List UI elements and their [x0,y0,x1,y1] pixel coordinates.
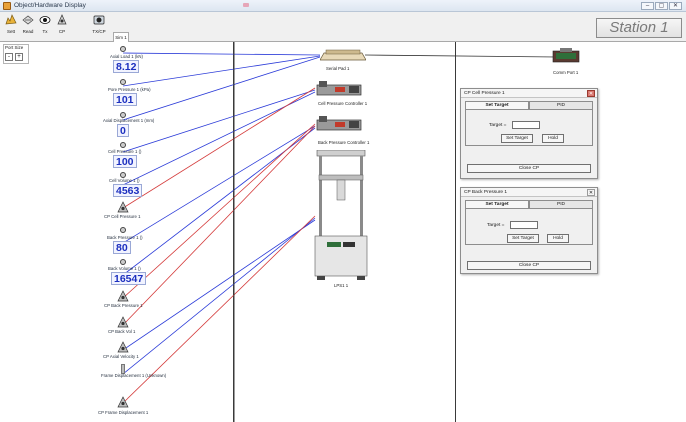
control-loop-icon[interactable] [117,341,129,353]
sensor-value: 8.12 [113,60,140,73]
target-label: Target = [489,123,507,128]
dialog-close-icon[interactable]: ✕ [587,90,595,97]
target-input[interactable] [510,221,538,229]
tab-pid[interactable]: PID [529,101,593,109]
sensor-value: 100 [113,155,137,168]
sensor-port-icon[interactable] [120,259,126,265]
sensor-value: 4563 [113,184,143,197]
link-line [122,217,316,375]
device-label: Cell Pressure Controller 1 [318,101,368,106]
cell-pressure-controller-icon[interactable] [315,80,363,98]
sensor-label: Back Volume 1 () [108,266,141,271]
control-label: CP Frame Displacement 1 [98,410,149,415]
back-pressure-controller-icon[interactable] [315,115,363,133]
control-label: CP Axial Velocity 1 [103,354,139,359]
dialog-title: CP Back Pressure 1 [461,188,597,197]
sensor-port-icon[interactable] [120,142,126,148]
set-target-button[interactable]: Set Target [507,234,539,243]
tab-pid[interactable]: PID [529,200,593,208]
sensor-value: 80 [113,241,131,254]
sensor-label: Axial Displacement 1 (mm) [103,118,155,123]
hold-button[interactable]: Hold [547,234,569,243]
sensor-label: Cell Volume 1 () [109,178,140,183]
sensor-port-icon[interactable] [120,46,126,52]
sensor-label: Axial Load 1 (kN) [110,54,143,59]
dialog-close-icon[interactable]: ✕ [587,189,595,196]
target-input[interactable] [512,121,540,129]
link-line [122,55,321,87]
link-line [122,56,321,121]
link-line [122,87,316,209]
sensor-port-icon[interactable] [120,79,126,85]
device-label: Back Pressure Controller 1 [318,140,370,145]
link-line [122,52,321,56]
control-loop-icon[interactable] [117,316,129,328]
control-loop-icon[interactable] [117,290,129,302]
sensor-value: 16547 [111,272,147,285]
cp-back-pressure-dialog: CP Back Pressure 1 ✕ Set Target PID Targ… [460,187,598,274]
device-label: Comm Port 1 [553,70,579,75]
device-label: Serial Pad 1 [326,66,350,71]
link-line [122,123,316,299]
sensor-label: Back Pressure 1 () [107,235,143,240]
comm-port-icon[interactable] [552,48,580,64]
target-label: Target = [487,223,505,228]
tab-panel: Target = Set Target Hold [465,109,593,146]
link-line [364,54,557,58]
set-target-button[interactable]: Set Target [501,134,533,143]
control-label: CP Cell Pressure 1 [104,214,141,219]
tab-panel: Target = Set Target Hold [465,208,593,245]
control-loop-icon[interactable] [117,396,129,408]
control-loop-icon[interactable] [117,201,129,213]
hold-button[interactable]: Hold [542,134,564,143]
load-frame-icon[interactable] [313,150,369,280]
cp-cell-pressure-dialog: CP Cell Pressure 1 ✕ Set Target PID Targ… [460,88,598,179]
sensor-value: 101 [113,93,137,106]
dialog-title: CP Cell Pressure 1 [461,89,597,98]
control-label: Frame Displacement 1 (Unknown) [101,373,167,378]
serial-pad-icon[interactable] [320,48,366,62]
tab-set-target[interactable]: Set Target [465,101,529,109]
control-label: CP Back Vol 1 [108,329,136,334]
sensor-port-icon[interactable] [120,227,126,233]
tab-set-target[interactable]: Set Target [465,200,529,208]
sensor-label: Cell Pressure 1 () [108,149,142,154]
sensor-value: 0 [117,124,129,137]
control-label: CP Back Pressure 1 [104,303,143,308]
device-label: LPS1 1 [334,283,349,288]
sensor-label: Pore Pressure 1 (kPa) [108,87,151,92]
close-cp-button[interactable]: Close CP [467,261,591,270]
link-line [122,219,316,351]
close-cp-button[interactable]: Close CP [467,164,591,173]
